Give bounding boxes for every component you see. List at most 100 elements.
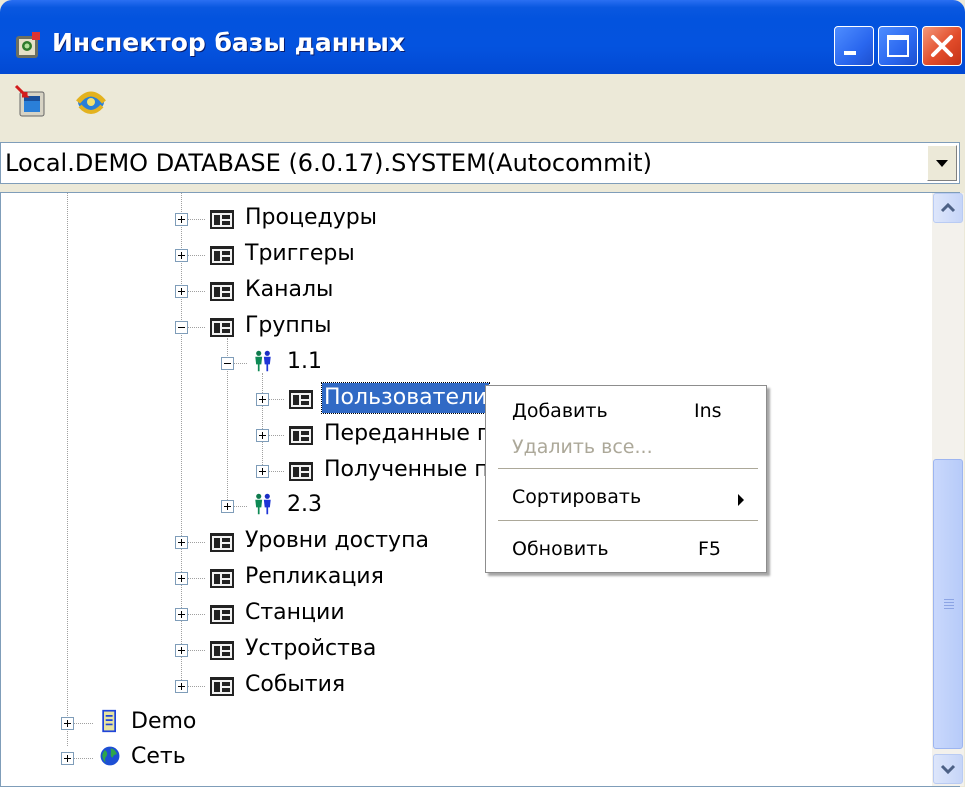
plus-icon xyxy=(178,647,185,654)
tree-node-label[interactable]: Сеть xyxy=(129,742,188,772)
tree-connector xyxy=(187,219,205,220)
scroll-thumb[interactable] xyxy=(933,459,963,749)
tree-node-label[interactable]: Устройства xyxy=(243,634,378,664)
menu-item-sort[interactable]: Сортировать xyxy=(512,486,641,508)
folder-table-icon xyxy=(210,282,234,301)
vertical-scrollbar[interactable] xyxy=(932,193,964,786)
tree-node-label[interactable]: Триггеры xyxy=(243,239,357,269)
database-inspector-window: Инспектор базы данных Local.DEMO DATABAS… xyxy=(0,0,965,787)
tree-node-label[interactable]: Станции xyxy=(243,598,347,628)
plus-icon xyxy=(224,503,231,510)
connection-select-value: Local.DEMO DATABASE (6.0.17).SYSTEM(Auto… xyxy=(5,149,652,177)
plus-icon xyxy=(259,468,266,475)
minimize-button[interactable] xyxy=(834,26,874,66)
tree-connector xyxy=(187,614,205,615)
close-icon xyxy=(931,35,953,57)
tree-connector xyxy=(187,578,205,579)
tree-connector xyxy=(187,542,205,543)
plus-icon xyxy=(64,755,71,762)
tree-guide xyxy=(67,193,68,746)
folder-table-icon xyxy=(210,641,234,660)
tree-guide xyxy=(262,373,263,475)
expand-toggle[interactable] xyxy=(175,321,188,334)
plus-icon xyxy=(259,396,266,403)
tree-node-label[interactable]: Репликация xyxy=(243,562,386,592)
tree-connector xyxy=(233,506,247,507)
expand-toggle[interactable] xyxy=(175,680,188,693)
submenu-arrow-icon xyxy=(738,494,744,506)
tree-node-label[interactable]: Demo xyxy=(129,707,198,737)
plus-icon xyxy=(178,575,185,582)
plus-icon xyxy=(178,611,185,618)
menu-item-refresh[interactable]: Обновить xyxy=(512,538,609,560)
expand-toggle[interactable] xyxy=(175,249,188,262)
folder-table-icon xyxy=(210,569,234,588)
minus-icon xyxy=(178,327,185,328)
expand-toggle[interactable] xyxy=(175,536,188,549)
plus-icon xyxy=(178,539,185,546)
tree-node-label[interactable]: Каналы xyxy=(243,275,335,305)
tree-connector xyxy=(233,363,247,364)
chevron-down-icon xyxy=(936,160,948,167)
tree-node-label-selected[interactable]: Пользователи xyxy=(320,382,491,414)
folder-table-icon xyxy=(289,462,313,481)
tree-connector xyxy=(268,435,284,436)
tree-connector xyxy=(187,650,205,651)
tree-node-label[interactable]: Группы xyxy=(243,311,334,341)
expand-toggle[interactable] xyxy=(221,357,234,370)
database-tree[interactable]: Процедуры Триггеры Каналы Группы 1.1 Пол… xyxy=(0,192,960,787)
expand-toggle[interactable] xyxy=(175,213,188,226)
menu-item-add[interactable]: Добавить xyxy=(512,400,608,422)
network-globe-icon xyxy=(100,746,120,766)
scroll-grip xyxy=(944,602,954,603)
refresh-connection-icon[interactable] xyxy=(72,82,110,120)
tree-connector xyxy=(73,758,93,759)
tree-node-label[interactable]: Переданные п xyxy=(322,419,493,449)
expand-toggle[interactable] xyxy=(175,572,188,585)
close-button[interactable] xyxy=(922,26,962,66)
folder-table-icon xyxy=(210,677,234,696)
expand-toggle[interactable] xyxy=(175,644,188,657)
minus-icon xyxy=(224,363,231,364)
plus-icon xyxy=(178,216,185,223)
folder-table-icon xyxy=(289,390,313,409)
expand-toggle[interactable] xyxy=(256,429,269,442)
maximize-icon xyxy=(887,35,909,57)
expand-toggle[interactable] xyxy=(175,285,188,298)
expand-toggle[interactable] xyxy=(256,465,269,478)
tree-connector xyxy=(73,723,93,724)
minimize-icon xyxy=(844,51,856,55)
scroll-down-button[interactable] xyxy=(933,754,963,784)
tree-node-label[interactable]: Процедуры xyxy=(243,203,379,233)
dropdown-button[interactable] xyxy=(927,145,957,181)
expand-toggle[interactable] xyxy=(61,752,74,765)
folder-table-icon xyxy=(210,210,234,229)
connection-select[interactable]: Local.DEMO DATABASE (6.0.17).SYSTEM(Auto… xyxy=(0,142,960,184)
plus-icon xyxy=(178,683,185,690)
plus-icon xyxy=(64,720,71,727)
tree-node-label[interactable]: 1.1 xyxy=(285,347,324,377)
plus-icon xyxy=(178,252,185,259)
tree-connector xyxy=(187,327,205,328)
expand-toggle[interactable] xyxy=(61,717,74,730)
window-title: Инспектор базы данных xyxy=(52,28,405,57)
chevron-up-icon xyxy=(940,202,956,213)
menu-item-delete-all[interactable]: Удалить все... xyxy=(512,436,653,458)
menu-separator xyxy=(498,520,758,521)
tree-node-label[interactable]: Полученные п xyxy=(322,455,491,485)
tree-node-label[interactable]: 2.3 xyxy=(285,490,324,520)
scroll-up-button[interactable] xyxy=(933,193,963,223)
folder-table-icon xyxy=(210,605,234,624)
folder-table-icon xyxy=(210,246,234,265)
toolbar xyxy=(0,74,965,134)
menu-shortcut-refresh: F5 xyxy=(698,538,722,560)
expand-toggle[interactable] xyxy=(175,608,188,621)
add-connection-icon[interactable] xyxy=(12,82,50,120)
tree-connector xyxy=(187,686,205,687)
expand-toggle[interactable] xyxy=(221,500,234,513)
tree-node-label[interactable]: События xyxy=(243,670,347,700)
tree-node-label[interactable]: Уровни доступа xyxy=(243,526,431,556)
tree-connector xyxy=(187,291,205,292)
maximize-button[interactable] xyxy=(878,26,918,66)
expand-toggle[interactable] xyxy=(256,393,269,406)
